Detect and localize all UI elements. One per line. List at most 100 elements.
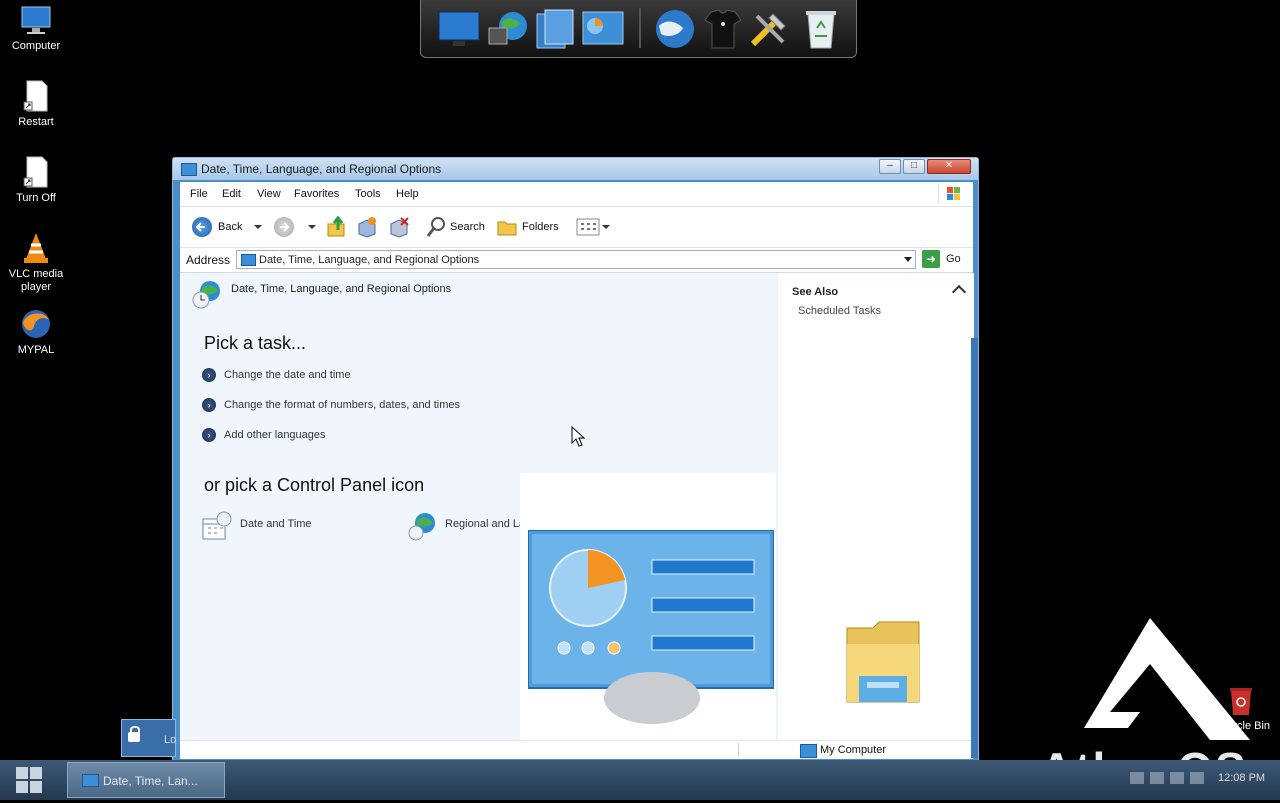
go-arrow-icon: ➜ [922,250,940,268]
menu-bar: File Edit View Favorites Tools Help [180,182,973,207]
dock [420,0,857,58]
dock-separator [639,8,641,48]
folders-button[interactable]: Folders [496,216,562,238]
computer-icon [800,744,817,758]
control-panel-icon [82,774,99,787]
menu-help[interactable]: Help [396,188,419,200]
back-dropdown-icon[interactable] [254,225,262,229]
see-also-title: See Also [792,286,839,298]
dock-monitor-icon[interactable] [437,6,481,52]
pick-task-heading: Pick a task... [204,333,307,353]
see-also-link-scheduled-tasks[interactable]: Scheduled Tasks [798,305,881,317]
address-label: Address [186,253,231,267]
desktop-icon-label: Restart [18,116,54,128]
monitor-icon [20,4,52,36]
recycle-bin-icon [1228,686,1254,716]
address-value: Date, Time, Language, and Regional Optio… [259,254,480,266]
search-icon [426,217,445,237]
vlc-cone-icon [20,232,52,264]
desktop-icon-label: Computer [11,40,61,52]
window-title: Date, Time, Language, and Regional Optio… [201,162,442,176]
window-edge [971,338,978,758]
calendar-clock-icon [202,511,232,540]
delete-button[interactable] [388,216,410,238]
arrow-bullet-icon: › [202,398,216,412]
forward-button[interactable] [272,216,322,238]
views-dropdown-icon [602,225,610,229]
arrow-bullet-icon: › [202,368,216,382]
dock-network-globe-icon[interactable] [487,6,531,52]
desktop-icon-turn-off[interactable]: Turn Off [0,156,72,205]
up-folder-button[interactable] [326,215,348,238]
cp-icon-date-time[interactable]: Date and Time [202,511,352,541]
dock-tools-icon[interactable] [747,6,791,52]
content-area: Date, Time, Language, and Regional Optio… [180,273,974,740]
control-panel-icon [241,254,256,266]
minimize-button[interactable]: – [879,159,901,174]
collapse-chevron-icon[interactable] [951,284,967,300]
desktop-icon-recycle-bin[interactable]: Recycle Bin [1206,686,1276,732]
back-button[interactable]: Back [190,216,265,238]
desktop-icon-mypal[interactable]: MYPAL [0,308,72,357]
desktop-icon-label: MYPAL [17,344,55,356]
status-bar: My Computer [180,740,973,759]
forward-dropdown-icon[interactable] [308,225,316,229]
up-arrow-icon [327,215,345,237]
menu-tools[interactable]: Tools [355,188,381,200]
status-divider [738,743,739,757]
views-grid-icon [576,218,600,236]
dock-recycle-bin-icon[interactable] [799,6,843,52]
window-titlebar[interactable]: Date, Time, Language, and Regional Optio… [173,158,978,180]
taskbar-clock[interactable]: 12:08 PM [1218,772,1265,784]
folder-icon [497,221,517,236]
lock-icon [128,726,140,742]
browser-globe-icon [20,308,52,340]
search-button[interactable]: Search [426,216,488,238]
views-button[interactable] [576,216,612,238]
control-panel-monitor-icon [527,529,775,725]
desktop-icon-label: Recycle Bin [1211,720,1271,732]
taskbar-button-control-panel[interactable]: Date, Time, Lan... [67,762,225,798]
desktop-icon-label: VLC media player [8,268,64,293]
globe-clock-icon [408,513,435,541]
dock-globe-icon[interactable] [653,6,697,52]
menu-file[interactable]: File [190,188,208,200]
start-button[interactable] [8,765,50,795]
menu-view[interactable]: View [257,188,281,200]
menu-edit[interactable]: Edit [222,188,241,200]
desktop-icon-computer[interactable]: Computer [0,4,72,53]
tray-icon[interactable] [1150,772,1164,784]
control-panel-icon [181,163,197,176]
status-zone: My Computer [800,744,886,758]
tray-icon[interactable] [1130,772,1144,784]
window-client: File Edit View Favorites Tools Help Back [180,182,974,759]
move-to-icon [358,217,376,238]
lock-widget[interactable]: Lo [121,719,176,757]
back-arrow-icon [192,217,212,237]
tray-icon[interactable] [1170,772,1184,784]
file-shortcut-icon [20,156,52,188]
close-button[interactable]: ✕ [927,159,971,174]
dock-tshirt-icon[interactable] [701,6,745,52]
desktop-icon-vlc[interactable]: VLC media player [0,232,72,294]
address-input[interactable]: Date, Time, Language, and Regional Optio… [236,250,916,269]
file-shortcut-icon [20,80,52,112]
toolbar: Back Search Folders [180,207,973,248]
explorer-window: Date, Time, Language, and Regional Optio… [172,157,979,763]
menu-favorites[interactable]: Favorites [294,188,339,200]
address-dropdown-icon[interactable] [904,257,912,262]
maximize-button[interactable]: □ [903,159,925,174]
windows-logo-icon [16,767,42,793]
explorer-folder-icon [845,618,921,708]
go-button[interactable]: ➜ Go [922,250,962,269]
address-bar: Address Date, Time, Language, and Region… [180,248,973,273]
pick-icon-heading: or pick a Control Panel icon [204,475,425,495]
move-to-button[interactable] [356,216,378,238]
tray-icon[interactable] [1190,772,1204,784]
delete-icon [390,217,409,238]
dock-documents-icon[interactable] [533,6,577,52]
desktop-icon-restart[interactable]: Restart [0,80,72,129]
arrow-bullet-icon: › [202,428,216,442]
dock-control-panel-icon[interactable] [581,6,625,52]
see-also-pane: See Also Scheduled Tasks [777,273,974,740]
